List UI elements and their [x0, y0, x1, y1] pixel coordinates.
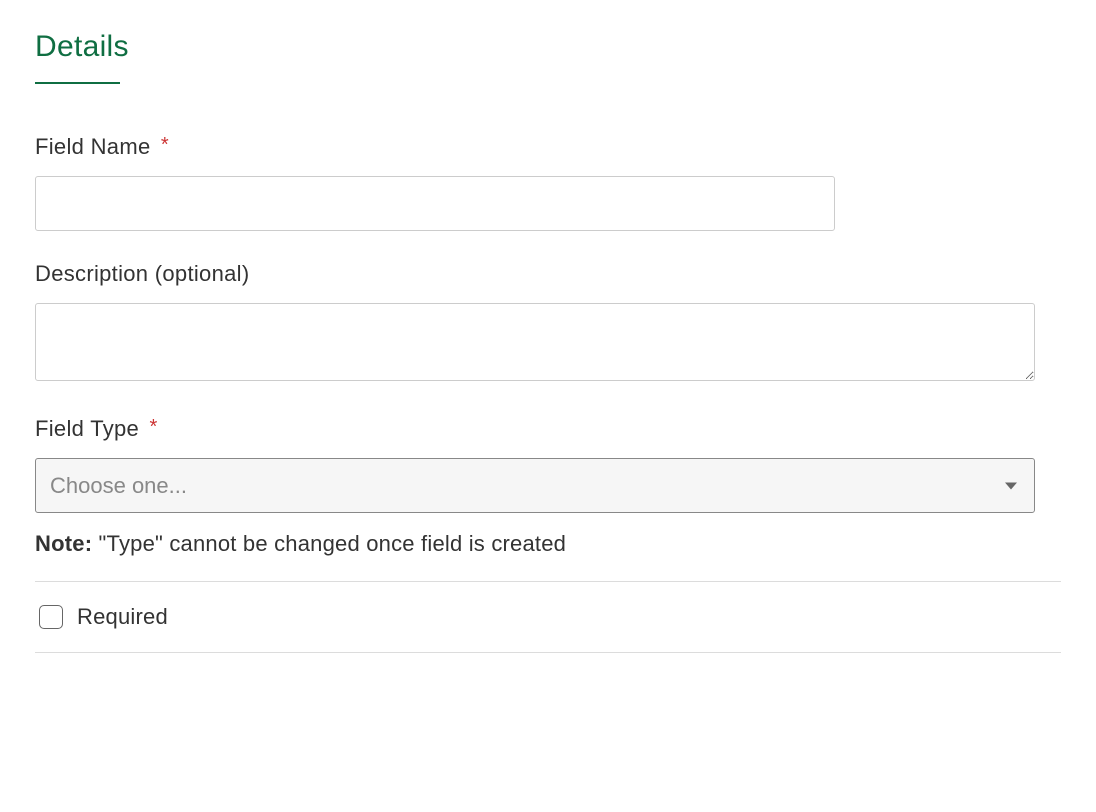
- field-type-note: Note: "Type" cannot be changed once fiel…: [35, 531, 1061, 557]
- field-type-label-text: Field Type: [35, 416, 139, 441]
- required-checkbox-row: Required: [35, 582, 1061, 652]
- description-label-text: Description (optional): [35, 261, 249, 286]
- required-asterisk-icon: *: [150, 416, 158, 438]
- required-checkbox[interactable]: [39, 605, 63, 629]
- section-title: Details: [35, 30, 1061, 64]
- field-type-select-wrapper: Choose one...: [35, 458, 1035, 513]
- title-underline: [35, 82, 120, 84]
- field-type-label: Field Type *: [35, 416, 1061, 442]
- required-asterisk-icon: *: [161, 134, 169, 156]
- description-label: Description (optional): [35, 261, 1061, 287]
- description-input[interactable]: [35, 303, 1035, 381]
- note-label: Note:: [35, 531, 92, 556]
- required-checkbox-label: Required: [77, 604, 168, 630]
- divider: [35, 652, 1061, 653]
- field-name-group: Field Name *: [35, 134, 1061, 231]
- field-name-label: Field Name *: [35, 134, 1061, 160]
- field-name-input[interactable]: [35, 176, 835, 231]
- field-name-label-text: Field Name: [35, 134, 150, 159]
- note-text: "Type" cannot be changed once field is c…: [99, 531, 567, 556]
- field-type-group: Field Type * Choose one...: [35, 416, 1061, 513]
- description-group: Description (optional): [35, 261, 1061, 386]
- field-type-select[interactable]: Choose one...: [35, 458, 1035, 513]
